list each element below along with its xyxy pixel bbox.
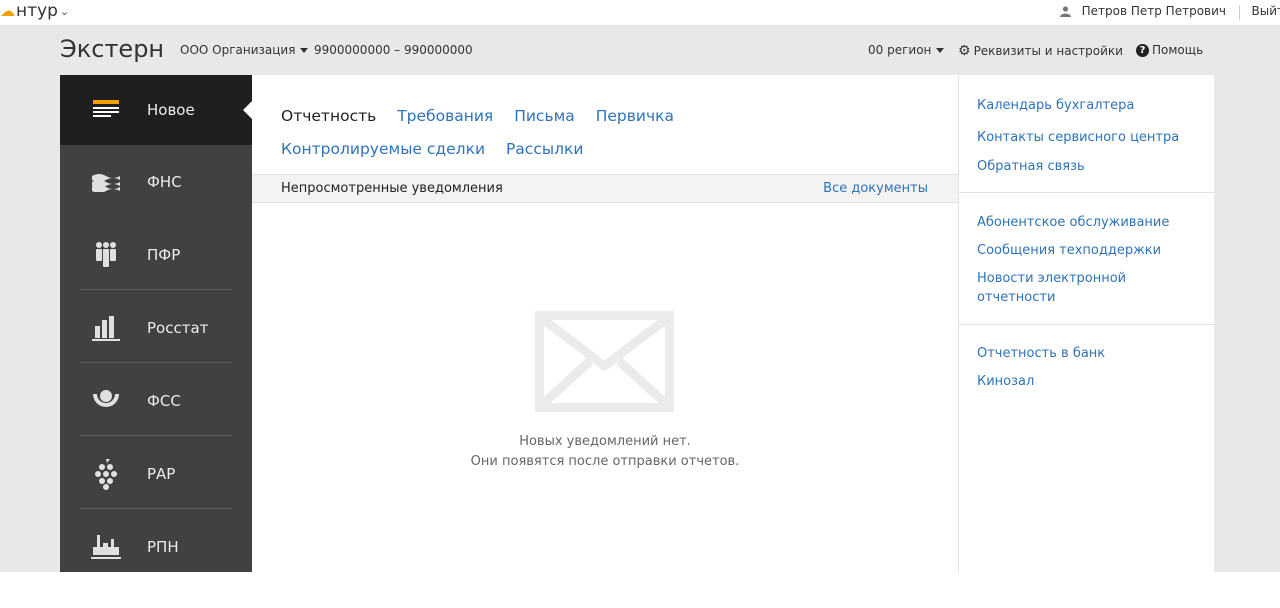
user-name: Петров Петр Петрович	[1081, 4, 1226, 18]
empty-line-2: Они появятся после отправки отчетов.	[470, 454, 740, 469]
link-subscriber-service[interactable]: Абонентское обслуживание	[977, 213, 1197, 232]
sidebar-item-pfr[interactable]: ПФР	[60, 218, 252, 291]
link-accountant-calendar[interactable]: Календарь бухгалтера	[977, 96, 1197, 115]
caret-down-icon	[936, 47, 945, 53]
sidebar-item-label: Новое	[147, 101, 195, 119]
region-label: 00 регион	[868, 43, 932, 57]
divider	[80, 362, 232, 363]
question-icon: ?	[1136, 43, 1149, 57]
app-header: Экстерн ООО Организация 9900000000 – 990…	[0, 26, 1280, 74]
user-icon	[1059, 5, 1071, 17]
caret-down-icon	[300, 47, 309, 53]
sidebar-item-new[interactable]: Новое	[60, 75, 252, 145]
tab-primary-docs[interactable]: Первичка	[596, 100, 674, 133]
link-support-messages[interactable]: Сообщения техподдержки	[977, 241, 1197, 260]
notifications-bar: Непросмотренные уведомления Все документ…	[252, 174, 958, 203]
inn-kpp: 9900000000 – 990000000	[314, 43, 473, 57]
all-documents-link[interactable]: Все документы	[823, 181, 928, 196]
sidebar-item-rar[interactable]: РАР	[60, 437, 252, 510]
sidebar-item-label: РАР	[147, 464, 176, 483]
organization-dropdown[interactable]: ООО Организация	[180, 43, 309, 57]
empty-state-text: Новых уведомлений нет. Они появятся посл…	[252, 432, 958, 472]
chevron-down-icon: ⌄	[59, 4, 70, 18]
link-e-reporting-news[interactable]: Новости электронной отчетности	[977, 269, 1147, 307]
main-panel: Отчетность Требования Письма Первичка Ко…	[252, 75, 958, 572]
tab-mailings[interactable]: Рассылки	[506, 133, 583, 166]
tabs: Отчетность Требования Письма Первичка Ко…	[281, 100, 881, 166]
tab-controlled-deals[interactable]: Контролируемые сделки	[281, 133, 485, 166]
fns-icon	[90, 166, 122, 198]
tab-requirements[interactable]: Требования	[397, 100, 493, 133]
empty-line-1: Новых уведомлений нет.	[519, 434, 691, 449]
divider	[1239, 5, 1240, 20]
divider	[80, 289, 232, 290]
divider	[80, 508, 232, 509]
tab-reporting[interactable]: Отчетность	[281, 100, 376, 133]
tab-letters[interactable]: Письма	[514, 100, 575, 133]
cloud-icon: ☁	[0, 2, 15, 20]
right-column: Календарь бухгалтера Контакты сервисного…	[958, 75, 1215, 572]
divider	[959, 192, 1215, 193]
organization-name: ООО Организация	[180, 43, 296, 57]
envelope-icon	[535, 311, 674, 412]
sidebar: Новое ФНС ПФР Росстат ФСС РАР РПН	[60, 75, 252, 572]
logout-link[interactable]: Выйт	[1252, 4, 1280, 18]
divider	[80, 435, 232, 436]
settings-label: Реквизиты и настройки	[973, 44, 1123, 58]
sidebar-item-label: РПН	[147, 537, 179, 556]
new-icon	[90, 94, 122, 126]
sidebar-item-label: ФСС	[147, 391, 181, 410]
kontur-logo[interactable]: ☁ нтур ⌄	[0, 1, 69, 21]
sidebar-item-rpn[interactable]: РПН	[60, 510, 252, 572]
sidebar-item-fss[interactable]: ФСС	[60, 364, 252, 437]
settings-link[interactable]: ⚙ Реквизиты и настройки	[958, 43, 1123, 59]
rpn-icon	[90, 531, 122, 563]
top-bar: ☁ нтур ⌄ Петров Петр Петрович Выйт	[0, 0, 1280, 26]
region-dropdown[interactable]: 00 регион	[868, 43, 945, 57]
user-menu[interactable]: Петров Петр Петрович	[1059, 4, 1226, 18]
sidebar-item-fns[interactable]: ФНС	[60, 145, 252, 218]
link-service-center-contacts[interactable]: Контакты сервисного центра	[977, 128, 1197, 147]
help-link[interactable]: ? Помощь	[1136, 43, 1203, 57]
sidebar-item-label: ПФР	[147, 245, 181, 264]
sidebar-item-label: Росстат	[147, 318, 209, 337]
link-feedback[interactable]: Обратная связь	[977, 157, 1197, 176]
rosstat-icon	[90, 312, 122, 344]
sidebar-item-label: ФНС	[147, 172, 182, 191]
brand-label: нтур	[16, 1, 58, 21]
pfr-icon	[90, 239, 122, 271]
rar-icon	[90, 458, 122, 490]
section-title: Непросмотренные уведомления	[281, 181, 503, 196]
active-indicator	[243, 101, 252, 119]
link-cinema-hall[interactable]: Кинозал	[977, 372, 1197, 391]
sidebar-item-rosstat[interactable]: Росстат	[60, 291, 252, 364]
gear-icon: ⚙	[958, 43, 971, 59]
help-label: Помощь	[1152, 43, 1204, 57]
app-title: Экстерн	[60, 35, 165, 63]
divider	[959, 324, 1215, 325]
link-bank-reporting[interactable]: Отчетность в банк	[977, 344, 1197, 363]
fss-icon	[90, 385, 122, 417]
